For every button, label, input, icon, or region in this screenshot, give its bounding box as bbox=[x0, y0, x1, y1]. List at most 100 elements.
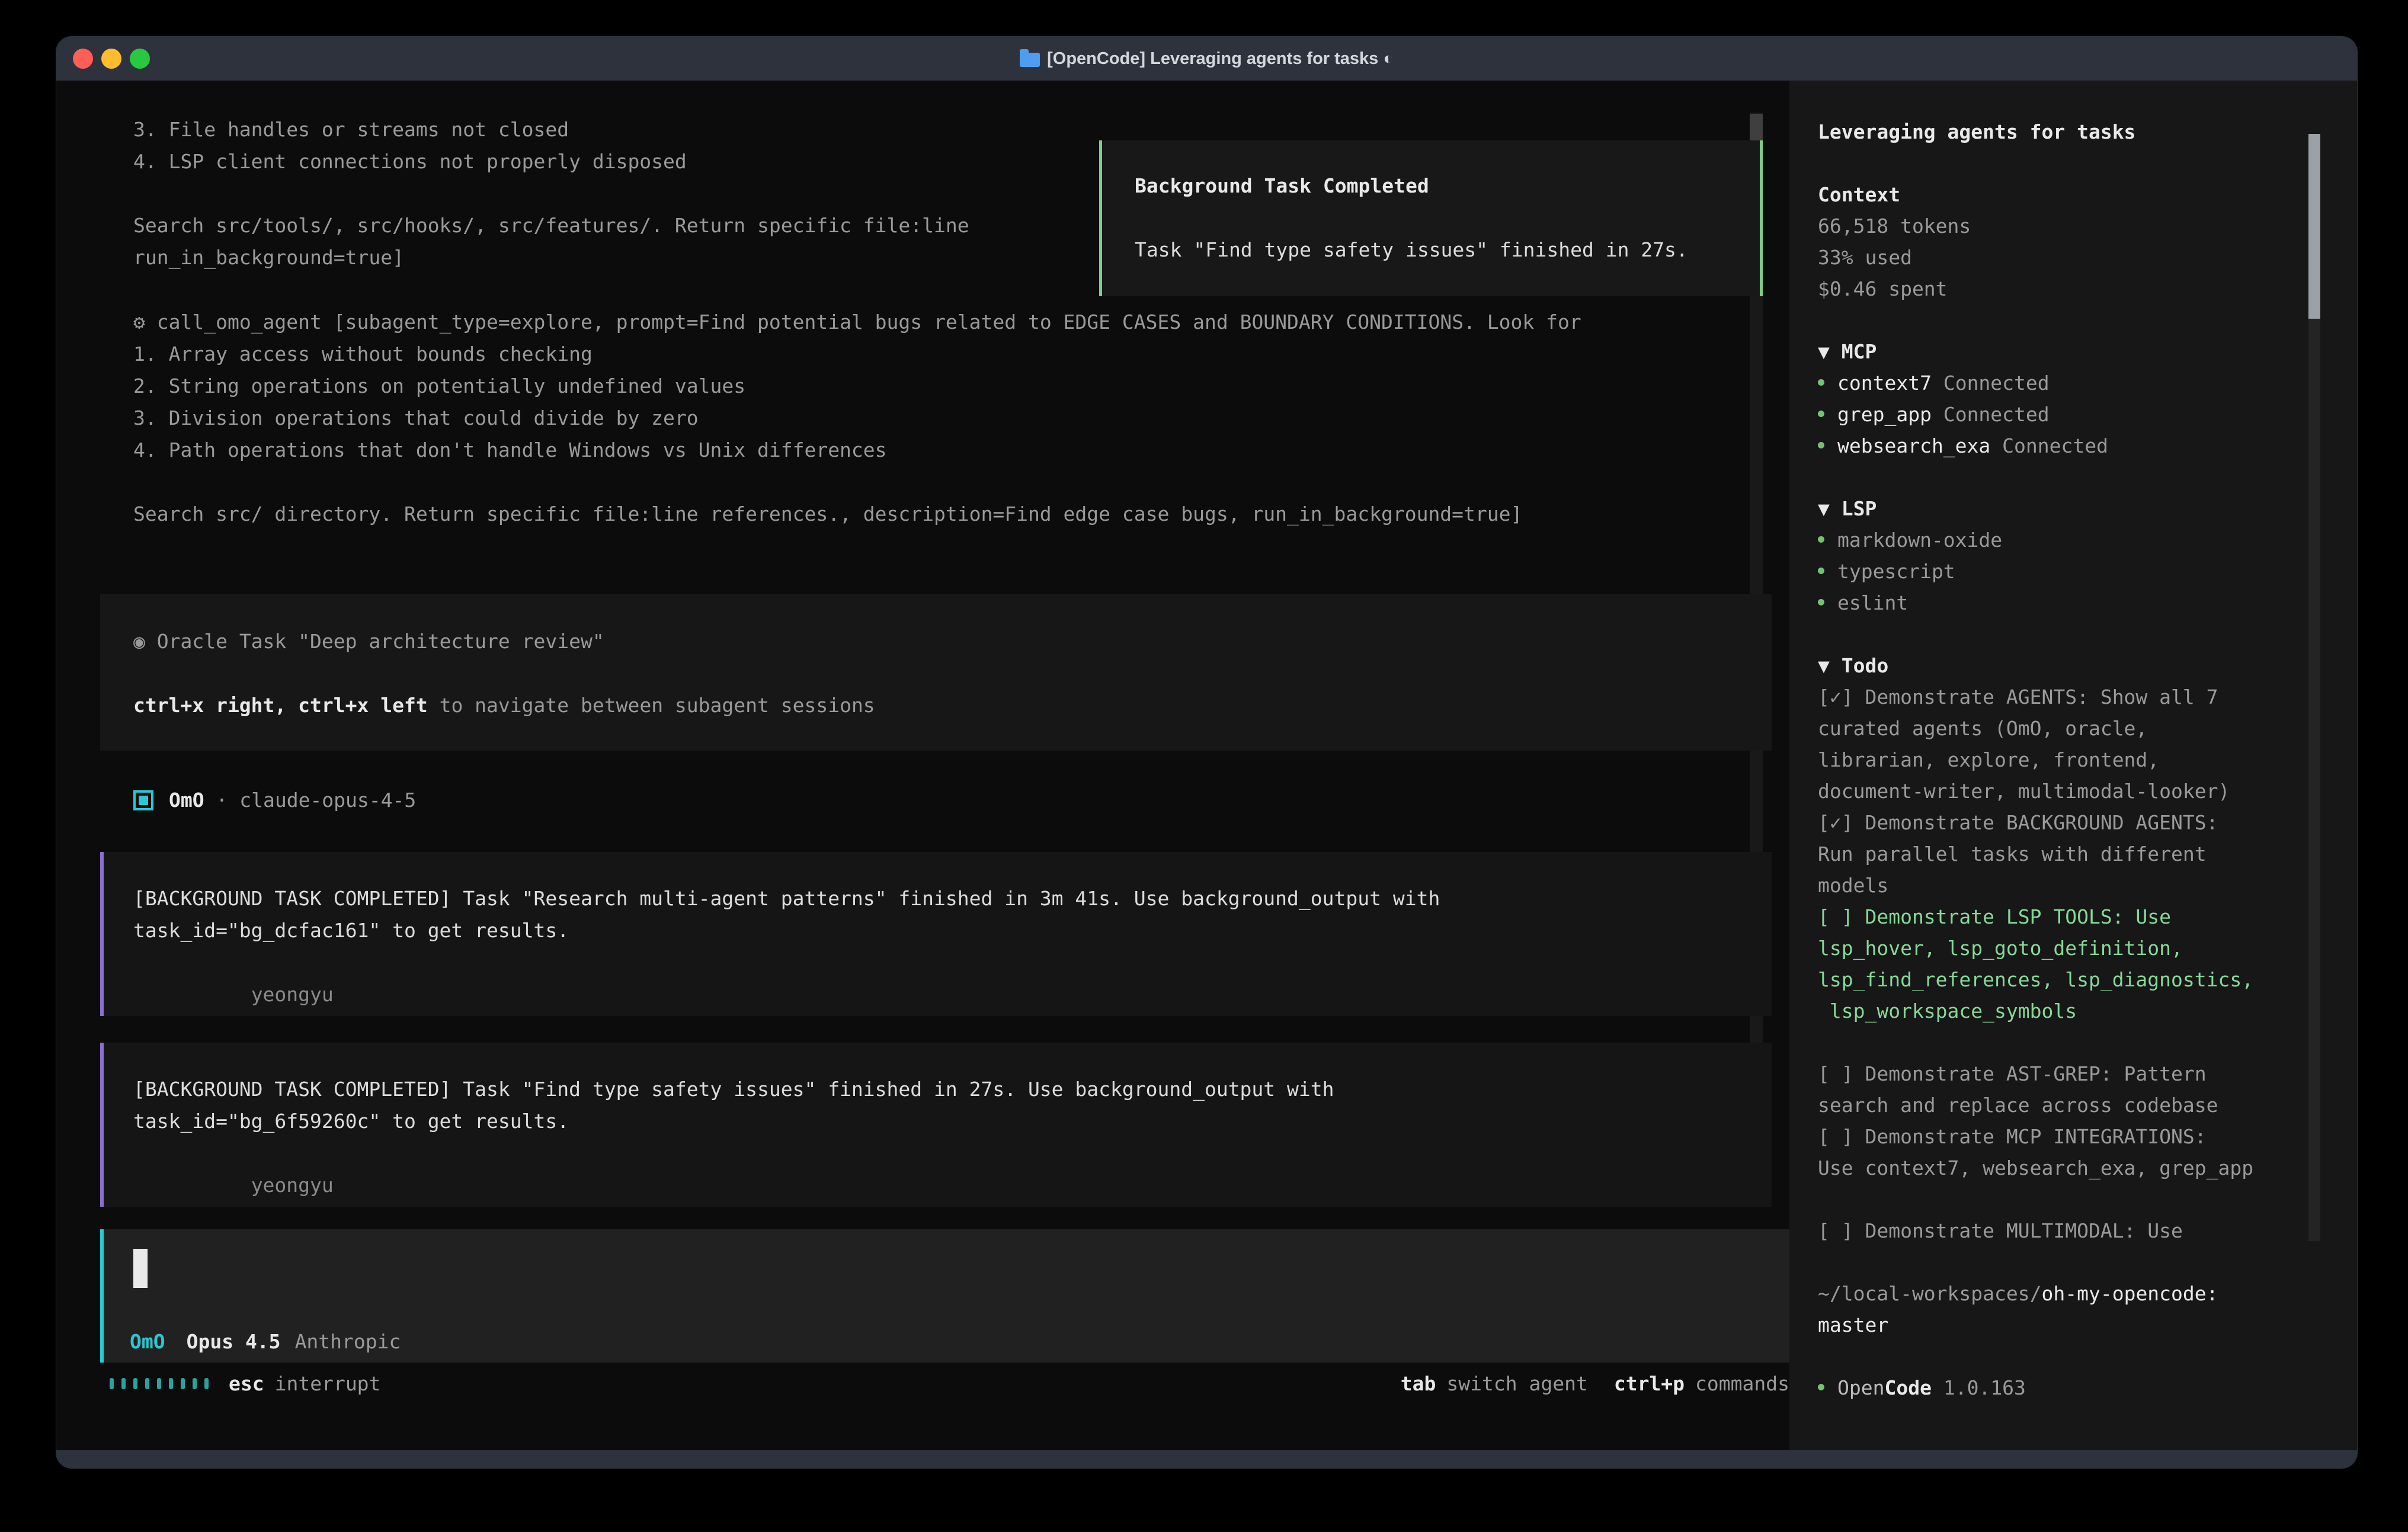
message-meta: yeongyu QUEUED bbox=[133, 1137, 1772, 1169]
window-bottom-edge bbox=[56, 1450, 2357, 1468]
todo-list: [✓] Demonstrate AGENTS: Show all 7 curate… bbox=[1818, 681, 2357, 1246]
text-line: Search src/tools/, src/hooks/, src/featu… bbox=[133, 210, 969, 242]
text-line: models bbox=[1818, 870, 2357, 901]
background-task-message: [BACKGROUND TASK COMPLETED] Task "Find t… bbox=[100, 1043, 1772, 1207]
scrollback-text: 3. File handles or streams not closed4. … bbox=[133, 114, 969, 274]
lsp-section-header[interactable]: ▼ LSP bbox=[1818, 493, 2357, 524]
traffic-lights bbox=[73, 37, 150, 81]
todo-section-header[interactable]: ▼ Todo bbox=[1818, 650, 2357, 681]
text-line: Run parallel tasks with different bbox=[1818, 838, 2357, 870]
text-line: search and replace across codebase bbox=[1818, 1089, 2357, 1121]
record-icon: ◉ bbox=[133, 630, 157, 653]
text-line: 2. String operations on potentially unde… bbox=[133, 370, 1581, 402]
sidebar-scrollbar-thumb[interactable] bbox=[2308, 134, 2320, 319]
text-line bbox=[1818, 1184, 2357, 1215]
provider-label: Anthropic bbox=[295, 1326, 401, 1358]
agent-label: OmO · claude-opus-4-5 bbox=[169, 784, 416, 816]
mcp-item: grep_app Connected bbox=[1818, 399, 2357, 430]
text-line: 4. LSP client connections not properly d… bbox=[133, 146, 969, 178]
spacer bbox=[1135, 202, 1760, 234]
session-sidebar: Leveraging agents for tasks Context 66,5… bbox=[1789, 81, 2357, 1450]
text-segment: lsp_find_references, lsp_diagnostics, bbox=[1818, 968, 2253, 991]
text-segment: curated agents (OmO, oracle, bbox=[1818, 717, 2147, 740]
main-scrollbar-thumb-top[interactable] bbox=[1750, 114, 1763, 140]
text-line: [ ] Demonstrate AST-GREP: Pattern bbox=[1818, 1058, 2357, 1089]
minimize-button[interactable] bbox=[101, 49, 121, 69]
context-header: Context bbox=[1818, 179, 2357, 210]
notification-body: Task "Find type safety issues" finished … bbox=[1135, 234, 1760, 266]
text-segment: [ ] Demonstrate AST-GREP: Pattern bbox=[1818, 1062, 2207, 1085]
text-line: ⚙ call_omo_agent [subagent_type=explore,… bbox=[133, 306, 1581, 338]
text-line: [ ] Demonstrate LSP TOOLS: Use bbox=[1818, 901, 2357, 932]
text-line: [✓] Demonstrate BACKGROUND AGENTS: bbox=[1818, 807, 2357, 838]
mcp-item: context7 Connected bbox=[1818, 367, 2357, 399]
spacer bbox=[1818, 461, 2357, 493]
window-title-wrap: [OpenCode] Leveraging agents for tasks ◐ bbox=[56, 49, 2357, 69]
text-line: 4. Path operations that don't handle Win… bbox=[133, 434, 1581, 466]
mcp-section-header[interactable]: ▼ MCP bbox=[1818, 336, 2357, 367]
message-line: task_id="bg_dcfac161" to get results. bbox=[133, 915, 1772, 947]
ctrlp-key-hint: ctrl+p bbox=[1614, 1372, 1685, 1395]
status-dot-icon bbox=[1818, 379, 1824, 386]
spacer bbox=[1818, 618, 2357, 650]
tab-action-label: switch agent bbox=[1446, 1372, 1587, 1395]
message-line: [BACKGROUND TASK COMPLETED] Task "Find t… bbox=[133, 1073, 1772, 1105]
window-titlebar: [OpenCode] Leveraging agents for tasks ◐ bbox=[56, 37, 2357, 81]
context-spent: $0.46 spent bbox=[1818, 273, 2357, 305]
text-line: ctrl+x right, ctrl+x left to navigate be… bbox=[133, 690, 1772, 722]
spacer bbox=[1818, 1341, 2357, 1372]
author-label: yeongyu bbox=[251, 1174, 334, 1197]
text-line: Search src/ directory. Return specific f… bbox=[133, 498, 1581, 530]
status-left: esc interrupt bbox=[110, 1367, 380, 1399]
notification-title: Background Task Completed bbox=[1135, 170, 1760, 202]
status-dot-icon bbox=[1818, 411, 1824, 417]
message-line: [BACKGROUND TASK COMPLETED] Task "Resear… bbox=[133, 883, 1772, 915]
close-button[interactable] bbox=[73, 49, 93, 69]
zoom-button[interactable] bbox=[130, 49, 150, 69]
terminal-window: [OpenCode] Leveraging agents for tasks ◐… bbox=[56, 37, 2357, 1468]
text-line bbox=[133, 658, 1772, 690]
tab-key-hint: tab bbox=[1401, 1372, 1436, 1395]
text-segment: lsp_workspace_symbols bbox=[1818, 999, 2077, 1023]
ctrlp-action-label: commands bbox=[1695, 1372, 1789, 1395]
text-segment: [✓] Demonstrate AGENTS: Show all 7 bbox=[1818, 685, 2218, 709]
text-line: [✓] Demonstrate AGENTS: Show all 7 bbox=[1818, 681, 2357, 713]
text-line: run_in_background=true] bbox=[133, 242, 969, 274]
text-segment: Use context7, websearch_exa, grep_app bbox=[1818, 1156, 2253, 1180]
tool-call-text: ⚙ call_omo_agent [subagent_type=explore,… bbox=[133, 306, 1581, 530]
text-line: librarian, explore, frontend, bbox=[1818, 744, 2357, 775]
workspace-path: ~/local-workspaces/oh-my-opencode: bbox=[1818, 1278, 2357, 1309]
status-dot-icon bbox=[1818, 536, 1824, 543]
text-line bbox=[133, 466, 1581, 498]
folder-icon bbox=[1020, 53, 1040, 67]
text-segment: [✓] Demonstrate BACKGROUND AGENTS: bbox=[1818, 811, 2218, 834]
background-task-notification: Background Task Completed Task "Find typ… bbox=[1099, 140, 1763, 296]
agent-checkbox-icon bbox=[133, 790, 153, 810]
background-task-message: [BACKGROUND TASK COMPLETED] Task "Resear… bbox=[100, 852, 1772, 1016]
text-line: lsp_hover, lsp_goto_definition, bbox=[1818, 932, 2357, 964]
text-line: [ ] Demonstrate MCP INTEGRATIONS: bbox=[1818, 1121, 2357, 1152]
text-cursor bbox=[133, 1249, 148, 1288]
spacer bbox=[1818, 1246, 2357, 1278]
context-tokens: 66,518 tokens bbox=[1818, 210, 2357, 242]
text-line: Use context7, websearch_exa, grep_app bbox=[1818, 1152, 2357, 1184]
text-segment: models bbox=[1818, 874, 1888, 897]
agent-session-row[interactable]: OmO · claude-opus-4-5 bbox=[133, 784, 416, 816]
text-line: curated agents (OmO, oracle, bbox=[1818, 713, 2357, 744]
status-dot-icon bbox=[1818, 599, 1824, 605]
text-segment: document-writer, multimodal-looker) bbox=[1818, 780, 2230, 803]
oracle-task-panel: ◉ Oracle Task "Deep architecture review"… bbox=[100, 594, 1772, 751]
desktop: [OpenCode] Leveraging agents for tasks ◐… bbox=[0, 0, 2408, 1532]
model-label: Opus 4.5 bbox=[187, 1326, 281, 1358]
text-line bbox=[1818, 1027, 2357, 1058]
mcp-item: websearch_exa Connected bbox=[1818, 430, 2357, 461]
text-line: ◉ Oracle Task "Deep architecture review" bbox=[133, 626, 1772, 658]
text-line: [ ] Demonstrate MULTIMODAL: Use bbox=[1818, 1215, 2357, 1246]
active-agent-label: OmO bbox=[130, 1326, 165, 1358]
spacer bbox=[1818, 305, 2357, 336]
text-segment: lsp_hover, lsp_goto_definition, bbox=[1818, 937, 2183, 960]
text-segment: call_omo_agent [subagent_type=explore, p… bbox=[157, 310, 1581, 334]
text-line: lsp_find_references, lsp_diagnostics, bbox=[1818, 964, 2357, 995]
text-segment: Oracle Task "Deep architecture review" bbox=[157, 630, 604, 653]
window-title: [OpenCode] Leveraging agents for tasks ◐ bbox=[1047, 49, 1394, 69]
